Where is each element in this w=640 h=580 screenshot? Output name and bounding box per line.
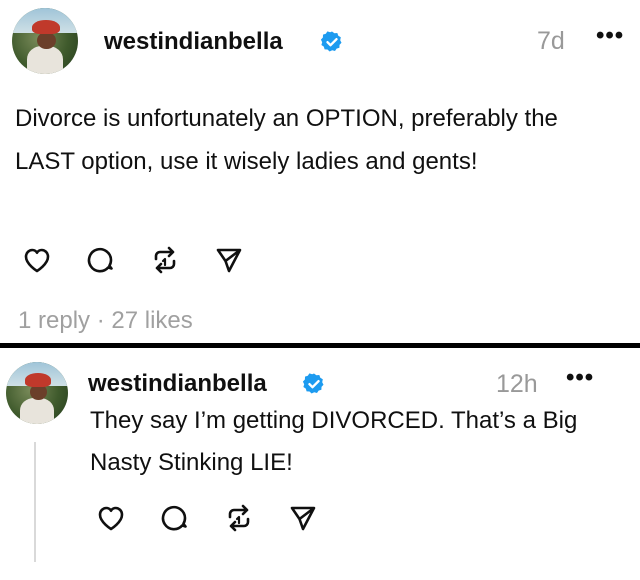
avatar[interactable] — [12, 8, 78, 74]
post-stats: 1 reply · 27 likes — [18, 307, 193, 335]
replies-count[interactable]: 1 reply — [18, 307, 90, 334]
heart-icon — [98, 506, 124, 531]
post-1: westindianbella 7d ••• Divorce is unfort… — [0, 0, 640, 344]
username[interactable]: westindianbella — [104, 28, 283, 56]
post-2: westindianbella 12h ••• They say I’m get… — [0, 348, 640, 580]
comment-icon — [161, 505, 187, 531]
reply-button[interactable] — [84, 243, 118, 277]
like-button[interactable] — [20, 243, 54, 277]
repost-icon — [154, 246, 176, 274]
post-text: Divorce is unfortunately an OPTION, pref… — [15, 105, 558, 175]
post-timestamp: 12h — [496, 370, 538, 398]
comment-icon — [87, 247, 113, 273]
heart-icon — [24, 248, 50, 273]
share-button[interactable] — [212, 243, 246, 277]
share-icon — [216, 248, 242, 273]
verified-badge-icon — [302, 373, 324, 394]
post-timestamp: 7d — [537, 27, 565, 55]
stats-separator: · — [96, 307, 105, 334]
action-bar — [94, 501, 320, 535]
thread-line — [34, 442, 36, 562]
post-text: They say I’m getting DIVORCED. That’s a … — [90, 407, 578, 476]
more-options-button[interactable]: ••• — [566, 364, 594, 392]
share-icon — [290, 506, 316, 531]
repost-icon — [228, 504, 250, 532]
like-button[interactable] — [94, 501, 128, 535]
reply-button[interactable] — [158, 501, 192, 535]
repost-button[interactable] — [222, 501, 256, 535]
repost-button[interactable] — [148, 243, 182, 277]
username[interactable]: westindianbella — [88, 370, 267, 398]
verified-badge-icon — [320, 31, 342, 52]
share-button[interactable] — [286, 501, 320, 535]
likes-count[interactable]: 27 likes — [111, 307, 192, 334]
action-bar — [20, 243, 246, 277]
avatar[interactable] — [6, 362, 68, 424]
more-options-button[interactable]: ••• — [596, 22, 624, 50]
